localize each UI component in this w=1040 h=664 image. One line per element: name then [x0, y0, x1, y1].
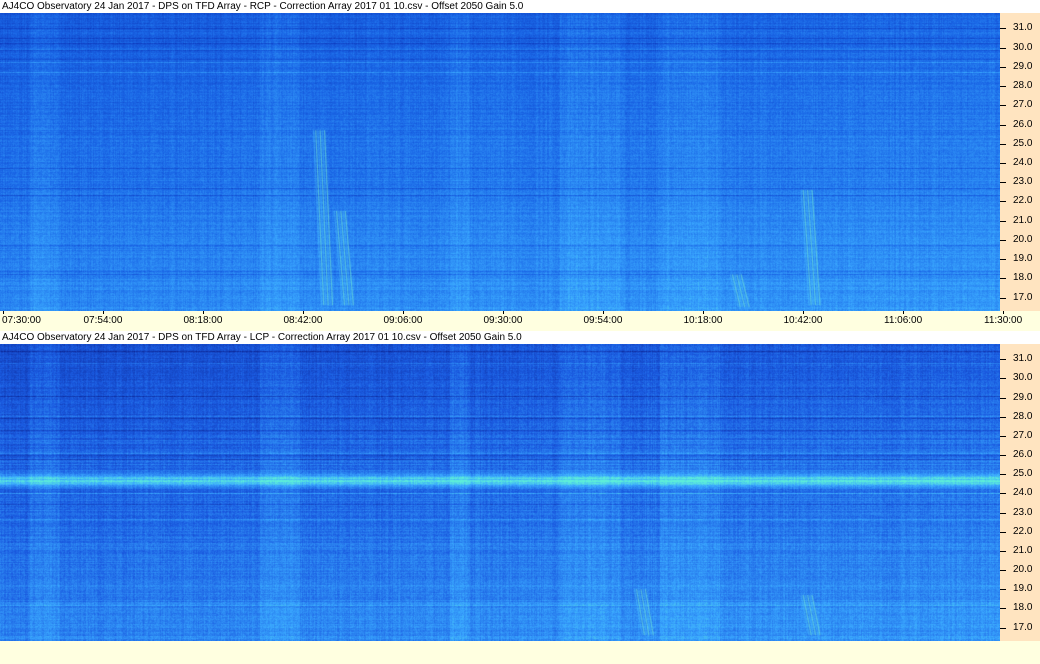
y-tick — [1000, 378, 1006, 379]
y-tick — [1000, 240, 1006, 241]
y-tick-label: 29.0 — [1013, 61, 1033, 72]
y-tick — [1000, 298, 1006, 299]
y-tick — [1000, 259, 1006, 260]
x-tick-label: 11:30:00 — [984, 315, 1023, 326]
x-tick-label: 07:30:00 — [2, 315, 41, 326]
y-tick-label: 31.0 — [1013, 22, 1033, 33]
x-tick-label: 09:06:00 — [383, 315, 423, 326]
x-tick-label: 09:54:00 — [583, 315, 623, 326]
y-tick-label: 21.0 — [1013, 545, 1033, 556]
y-tick — [1000, 221, 1006, 222]
y-tick-label: 25.0 — [1013, 468, 1033, 479]
x-tick — [503, 311, 504, 314]
x-tick — [603, 311, 604, 314]
y-tick — [1000, 608, 1006, 609]
y-tick — [1000, 628, 1006, 629]
x-tick-label: 10:18:00 — [683, 315, 723, 326]
x-tick-label: 09:30:00 — [483, 315, 523, 326]
y-tick-label: 18.0 — [1013, 272, 1033, 283]
y-tick — [1000, 144, 1006, 145]
y-tick — [1000, 436, 1006, 437]
y-tick-label: 20.0 — [1013, 234, 1033, 245]
y-tick-label: 26.0 — [1013, 119, 1033, 130]
y-tick-label: 17.0 — [1013, 292, 1033, 303]
y-tick — [1000, 589, 1006, 590]
spectrogram-lcp — [0, 344, 1000, 641]
x-tick — [403, 311, 404, 314]
y-tick — [1000, 570, 1006, 571]
title-lcp: AJ4CO Observatory 24 Jan 2017 - DPS on T… — [0, 331, 1040, 344]
y-tick — [1000, 67, 1006, 68]
y-tick-label: 26.0 — [1013, 449, 1033, 460]
y-tick-label: 30.0 — [1013, 372, 1033, 383]
y-tick — [1000, 278, 1006, 279]
y-tick-label: 17.0 — [1013, 622, 1033, 633]
x-axis-time: 07:30:00 07:54:00 08:18:00 08:42:00 09:06:00… — [0, 311, 1040, 331]
y-tick-label: 22.0 — [1013, 526, 1033, 537]
y-axis-rcp: 31.0 30.0 29.0 28.0 27.0 26.0 25.0 24.0 23.0 22.0… — [1000, 13, 1040, 311]
y-tick — [1000, 28, 1006, 29]
x-tick — [803, 311, 804, 314]
y-tick — [1000, 398, 1006, 399]
y-tick-label: 24.0 — [1013, 157, 1033, 168]
y-tick-label: 27.0 — [1013, 99, 1033, 110]
y-axis-lcp: 31.0 30.0 29.0 28.0 27.0 26.0 25.0 24.0 23.0 22.0… — [1000, 344, 1040, 641]
y-tick — [1000, 359, 1006, 360]
y-tick-label: 29.0 — [1013, 392, 1033, 403]
y-tick — [1000, 455, 1006, 456]
y-tick — [1000, 125, 1006, 126]
x-tick — [303, 311, 304, 314]
x-axis-empty — [0, 641, 1040, 664]
y-tick-label: 31.0 — [1013, 353, 1033, 364]
spectrogram-rcp-canvas — [0, 13, 1000, 311]
y-tick-label: 28.0 — [1013, 80, 1033, 91]
y-tick-label: 23.0 — [1013, 507, 1033, 518]
y-tick — [1000, 417, 1006, 418]
y-tick-label: 20.0 — [1013, 564, 1033, 575]
y-tick-label: 22.0 — [1013, 195, 1033, 206]
y-tick — [1000, 532, 1006, 533]
x-tick-label: 10:42:00 — [783, 315, 823, 326]
y-tick-label: 23.0 — [1013, 176, 1033, 187]
x-tick — [203, 311, 204, 314]
y-tick-label: 27.0 — [1013, 430, 1033, 441]
y-tick-label: 30.0 — [1013, 42, 1033, 53]
y-tick-label: 19.0 — [1013, 583, 1033, 594]
x-tick — [903, 311, 904, 314]
x-tick — [703, 311, 704, 314]
spectrogram-rcp — [0, 13, 1000, 311]
y-tick-label: 28.0 — [1013, 411, 1033, 422]
y-tick-label: 25.0 — [1013, 138, 1033, 149]
y-tick — [1000, 105, 1006, 106]
y-tick — [1000, 551, 1006, 552]
y-tick — [1000, 493, 1006, 494]
y-tick — [1000, 513, 1006, 514]
y-tick — [1000, 48, 1006, 49]
x-tick — [3, 311, 4, 314]
y-tick-label: 19.0 — [1013, 253, 1033, 264]
y-tick — [1000, 86, 1006, 87]
x-tick-label: 08:18:00 — [183, 315, 223, 326]
y-tick — [1000, 182, 1006, 183]
spectrogram-lcp-canvas — [0, 344, 1000, 641]
y-tick — [1000, 474, 1006, 475]
y-tick-label: 24.0 — [1013, 487, 1033, 498]
y-tick-label: 21.0 — [1013, 215, 1033, 226]
y-tick — [1000, 201, 1006, 202]
x-tick-label: 07:54:00 — [83, 315, 123, 326]
x-tick — [1003, 311, 1004, 314]
x-tick-label: 11:06:00 — [884, 315, 923, 326]
title-rcp: AJ4CO Observatory 24 Jan 2017 - DPS on T… — [0, 0, 1040, 13]
y-tick-label: 18.0 — [1013, 602, 1033, 613]
x-tick-label: 08:42:00 — [283, 315, 323, 326]
x-tick — [103, 311, 104, 314]
y-tick — [1000, 163, 1006, 164]
